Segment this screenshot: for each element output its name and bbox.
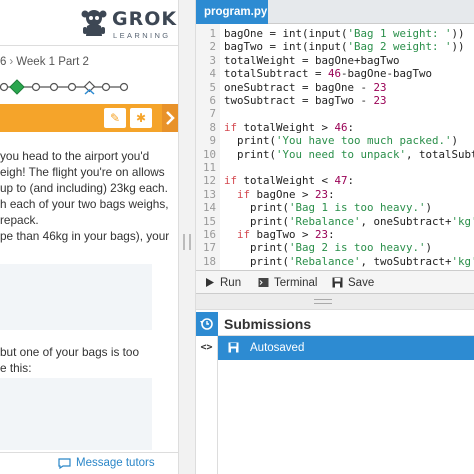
next-arrow-button[interactable] — [162, 104, 178, 132]
code-line[interactable]: totalWeight = bagOne+bagTwo — [224, 54, 400, 67]
code-line[interactable]: if bagTwo > 23: — [224, 228, 335, 241]
submission-row: <> Autosaved — [196, 336, 474, 360]
breadcrumb-current[interactable]: Week 1 Part 2 — [16, 56, 89, 68]
example-box — [0, 378, 152, 450]
splitter-grip-icon — [314, 299, 332, 304]
run-toolbar: Run Terminal Save — [196, 270, 474, 294]
run-button[interactable]: Run — [198, 271, 250, 295]
tab-program-py[interactable]: program.py — [196, 0, 268, 24]
code-line[interactable]: totalSubtract = 46-bagOne-bagTwo — [224, 67, 432, 80]
history-toggle-button[interactable] — [196, 312, 218, 336]
terminal-label: Terminal — [274, 277, 318, 289]
code-line[interactable]: if totalWeight < 47: — [224, 174, 354, 187]
floppy-disk-icon — [332, 277, 343, 288]
lesson-line: eigh! The flight you're on allows — [0, 165, 165, 179]
progress-step[interactable] — [31, 82, 41, 92]
terminal-icon — [258, 278, 269, 287]
line-number: 2 — [209, 40, 216, 54]
lesson-line: h each of your two bags weighs, — [0, 197, 169, 211]
grok-mascot-icon — [81, 10, 107, 36]
vertical-splitter[interactable] — [178, 0, 196, 474]
horizontal-splitter[interactable] — [196, 294, 474, 310]
run-label: Run — [220, 277, 242, 289]
problem-toolbar: ✎ ✱ — [0, 104, 178, 132]
code-line[interactable]: print('Bag 2 is too heavy.') — [224, 241, 432, 254]
code-view-icon[interactable]: <> — [196, 336, 218, 360]
line-number: 8 — [209, 120, 216, 134]
code-line[interactable]: if bagOne > 23: — [224, 188, 335, 201]
lesson-line: e this: — [0, 361, 32, 375]
lesson-line: but one of your bags is too — [0, 345, 140, 359]
chevron-right-icon — [166, 111, 175, 125]
save-button[interactable]: Save — [326, 271, 376, 295]
breadcrumb: 6 › Week 1 Part 2 — [0, 56, 178, 74]
save-label: Save — [348, 277, 375, 289]
line-number: 13 — [202, 187, 216, 201]
submissions-header: Submissions — [196, 312, 474, 336]
line-number: 4 — [209, 67, 216, 81]
submission-label: Autosaved — [250, 342, 305, 354]
code-line[interactable]: twoSubtract = bagTwo - 23 — [224, 94, 387, 107]
line-number: 7 — [209, 107, 216, 121]
code-line[interactable]: print('Rebalance', twoSubtract+'kg', 'ir — [224, 255, 474, 268]
history-icon — [200, 318, 213, 330]
terminal-button[interactable]: Terminal — [252, 271, 324, 295]
line-number: 14 — [202, 201, 216, 215]
code-editor[interactable]: 1 2 3 4 5 6 7 8 9 10 11 12 13 14 15 16 17 18 bagOne = int… — [196, 24, 474, 270]
editor-tabs: program.py — [196, 0, 474, 24]
submission-item-autosaved[interactable]: Autosaved — [218, 336, 474, 360]
breadcrumb-separator-icon: › — [9, 56, 14, 68]
code-line[interactable]: if totalWeight > 46: — [224, 121, 354, 134]
code-line[interactable]: bagOne = int(input('Bag 1 weight: ')) — [224, 27, 465, 40]
line-number: 1 — [209, 27, 216, 40]
code-line[interactable]: print('Bag 1 is too heavy.') — [224, 201, 432, 214]
submissions-sidebar — [196, 360, 218, 474]
chat-bubble-icon — [58, 458, 71, 469]
progress-step[interactable] — [0, 82, 9, 92]
line-number: 3 — [209, 53, 216, 67]
lesson-line: you head to the airport you'd — [0, 149, 150, 163]
message-tutors-link[interactable]: Message tutors — [76, 457, 155, 469]
brand-tagline: LEARNING — [113, 31, 171, 40]
splitter-grip-icon — [183, 234, 191, 250]
code-line[interactable]: print('Rebalance', oneSubtract+'kg', 'ir — [224, 215, 474, 228]
edit-icon[interactable]: ✎ — [104, 108, 126, 128]
line-number: 9 — [209, 134, 216, 148]
line-gutter: 1 2 3 4 5 6 7 8 9 10 11 12 13 14 15 16 17 18 — [196, 24, 220, 270]
line-number: 6 — [209, 94, 216, 107]
floppy-disk-icon — [228, 342, 239, 353]
progress-step[interactable] — [119, 82, 129, 92]
header-bar: GROK LEARNING — [0, 0, 178, 46]
brand-name: GROK — [112, 8, 178, 30]
progress-step[interactable] — [67, 82, 77, 92]
message-tutors-bar: Message tutors — [0, 452, 178, 474]
line-number: 12 — [202, 174, 216, 188]
lesson-line: pe than 46kg in your bags), your — [0, 229, 170, 243]
code-line[interactable]: oneSubtract = bagOne - 23 — [224, 81, 387, 94]
lesson-line: repack. — [0, 213, 39, 227]
problem-progress — [0, 79, 129, 95]
line-number: 16 — [202, 228, 216, 241]
code-line[interactable]: print('You need to unpack', totalSubtrac… — [224, 148, 474, 161]
code-line[interactable]: bagTwo = int(input('Bag 2 weight: ')) — [224, 40, 465, 53]
grok-logo[interactable]: GROK LEARNING — [80, 6, 178, 42]
progress-step[interactable] — [49, 82, 59, 92]
example-box — [0, 264, 152, 330]
code-line[interactable]: print('You have too much packed.') — [224, 134, 458, 147]
submissions-title: Submissions — [224, 316, 312, 332]
bug-icon[interactable]: ✱ — [130, 108, 152, 128]
progress-step-current[interactable] — [9, 79, 25, 95]
play-icon — [206, 278, 214, 287]
line-number: 18 — [202, 254, 216, 268]
breadcrumb-prev[interactable]: 6 — [0, 56, 6, 68]
line-number: 10 — [202, 147, 216, 161]
line-number: 17 — [202, 241, 216, 255]
line-number: 11 — [202, 161, 216, 174]
progress-step[interactable] — [101, 82, 111, 92]
line-number: 15 — [202, 214, 216, 228]
lesson-line: up to (and including) 23kg each. — [0, 181, 168, 195]
line-number: 5 — [209, 80, 216, 94]
lesson-pane: GROK LEARNING 6 › Week 1 Part 2 ✎ ✱ you he… — [0, 0, 178, 474]
